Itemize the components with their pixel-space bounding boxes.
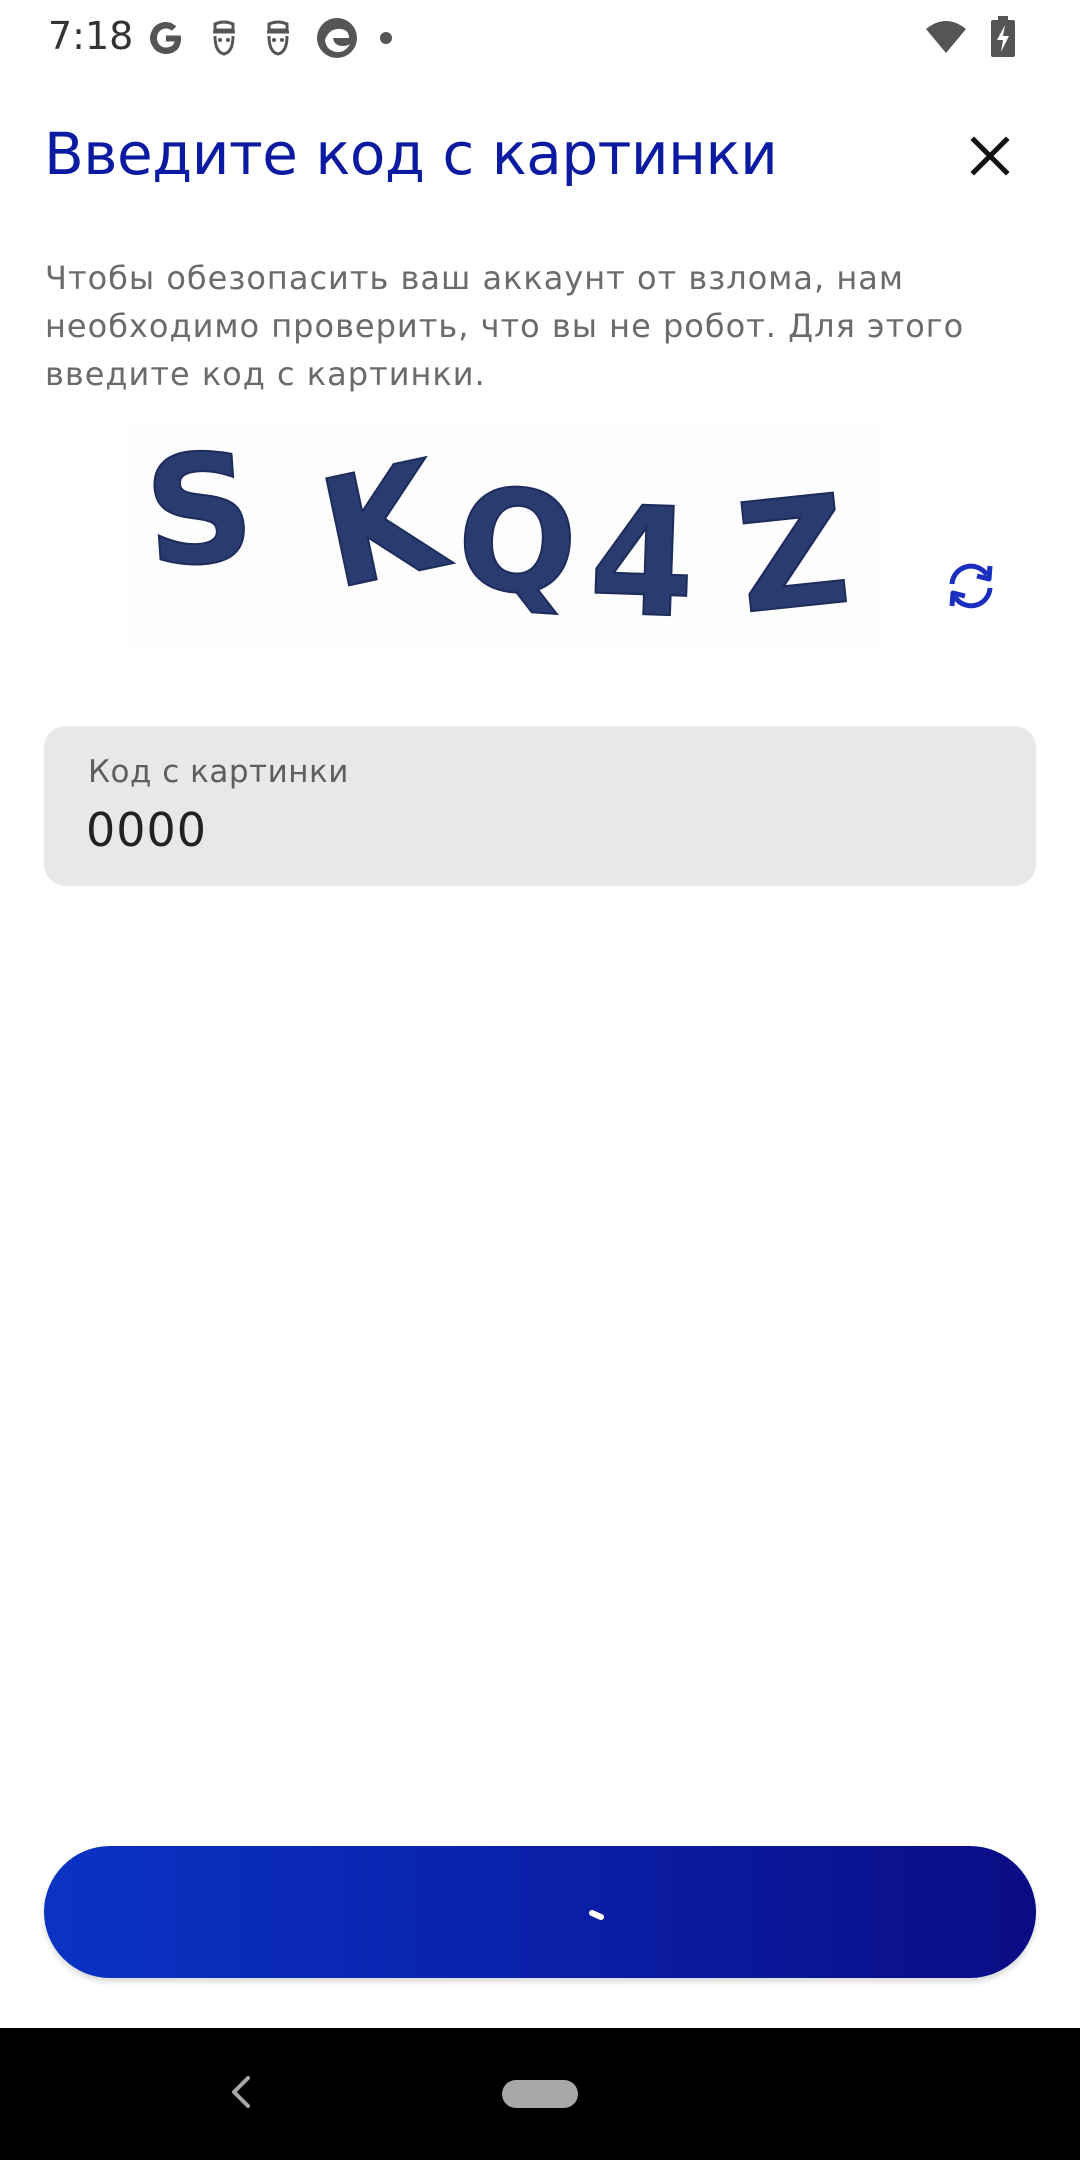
notification-icons bbox=[145, 16, 393, 65]
dot-icon bbox=[379, 31, 393, 50]
refresh-captcha-button[interactable] bbox=[938, 553, 1004, 619]
mask-icon bbox=[261, 18, 295, 63]
home-pill[interactable] bbox=[502, 2080, 578, 2108]
google-icon bbox=[145, 17, 187, 64]
navigation-bar bbox=[0, 2028, 1080, 2160]
wifi-icon bbox=[924, 19, 968, 60]
code-field-label: Код с картинки bbox=[88, 754, 349, 790]
page-title: Введите код с картинки bbox=[44, 120, 778, 188]
edge-icon bbox=[315, 16, 359, 65]
back-icon[interactable] bbox=[222, 2072, 262, 2112]
description-text: Чтобы обезопасить ваш аккаунт от взлома,… bbox=[45, 259, 965, 393]
captcha-image: S K Q 4 Z bbox=[128, 420, 880, 653]
refresh-icon bbox=[949, 563, 993, 609]
svg-text:Z: Z bbox=[730, 463, 856, 647]
system-icons bbox=[924, 16, 1016, 63]
svg-text:Q: Q bbox=[452, 458, 582, 629]
status-time: 7:18 bbox=[48, 14, 134, 58]
loading-spinner-icon bbox=[589, 1910, 604, 1920]
close-button[interactable] bbox=[962, 128, 1018, 184]
svg-text:S: S bbox=[140, 428, 260, 602]
submit-button[interactable] bbox=[44, 1846, 1036, 1978]
svg-text:4: 4 bbox=[587, 474, 697, 650]
svg-text:K: K bbox=[307, 428, 462, 623]
status-bar: 7:18 bbox=[0, 0, 1080, 80]
code-input[interactable] bbox=[86, 798, 966, 862]
battery-charging-icon bbox=[990, 16, 1016, 63]
close-icon bbox=[970, 136, 1010, 176]
captcha-code-field[interactable]: Код с картинки bbox=[44, 726, 1036, 886]
mask-icon bbox=[207, 18, 241, 63]
